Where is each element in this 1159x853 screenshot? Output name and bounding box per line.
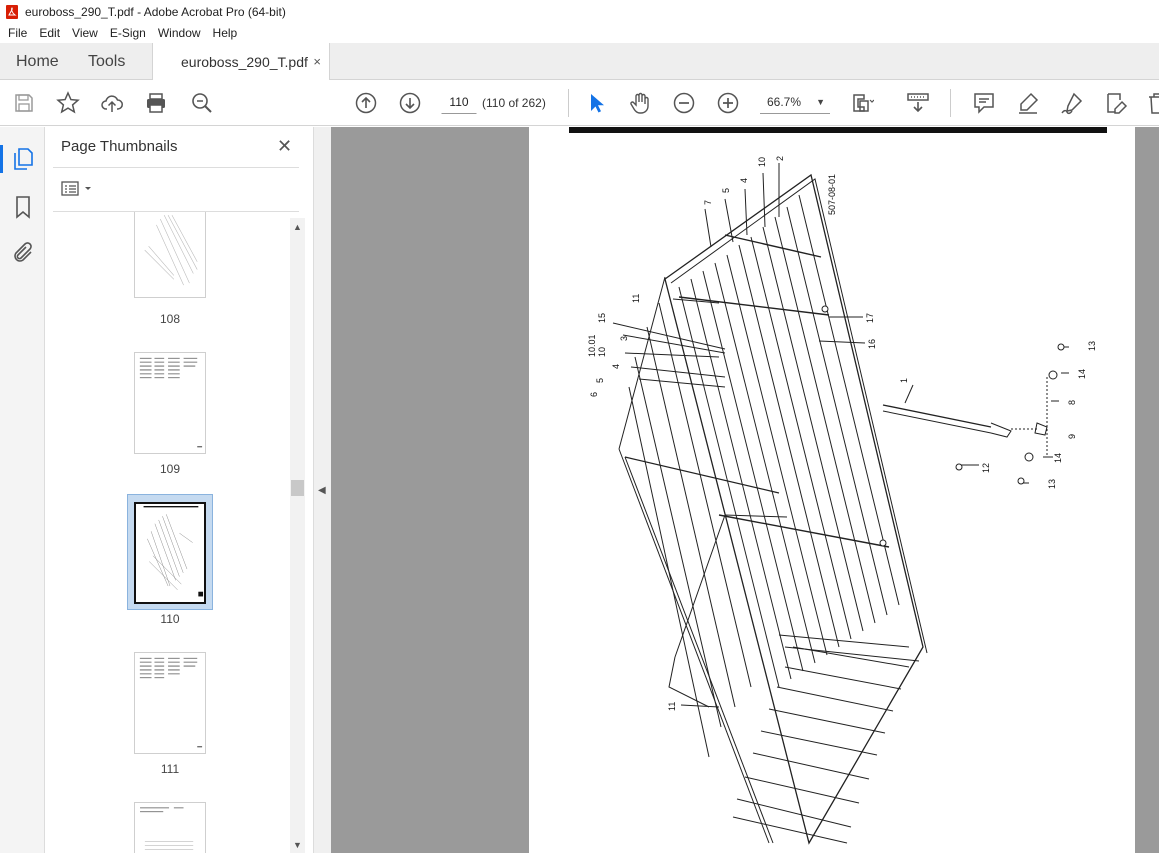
scroll-down-icon[interactable]: ▼ <box>292 840 303 850</box>
bookmark-icon[interactable] <box>11 195 35 219</box>
callout: 1 <box>899 378 909 383</box>
attachment-icon[interactable] <box>11 241 35 265</box>
scrollbar-thumb[interactable] <box>291 480 304 496</box>
menu-help[interactable]: Help <box>207 26 244 40</box>
tab-close-icon[interactable]: × <box>313 54 321 69</box>
zoom-dropdown[interactable]: 66.7% ▼ <box>760 90 830 114</box>
zoom-search-icon[interactable] <box>190 91 214 115</box>
zoom-value: 66.7% <box>767 95 802 109</box>
highlight-icon[interactable] <box>1016 91 1040 115</box>
callout: 12 <box>981 463 991 473</box>
thumbnail-list: 108 109 110 111 <box>45 212 291 853</box>
thumbnail-page-112[interactable] <box>134 802 206 853</box>
callout: 4 <box>739 178 749 183</box>
main-toolbar <box>0 80 1159 126</box>
callout: 16 <box>867 339 877 349</box>
callout: 10 <box>597 347 607 357</box>
zoom-out-icon[interactable] <box>672 91 696 115</box>
upload-icon[interactable] <box>100 91 124 115</box>
callout: 14 <box>1053 453 1063 463</box>
callout: 15 <box>597 313 607 323</box>
thumbnail-label: 110 <box>160 612 180 626</box>
pdf-page: 507-08-01 10 2 4 5 7 11 15 3 10.01 10 4 … <box>529 127 1135 853</box>
callout: 11 <box>667 702 677 711</box>
panel-splitter[interactable]: ◀ <box>313 127 331 853</box>
tab-bar: Home Tools euroboss_290_T.pdf × <box>0 43 1159 81</box>
select-arrow-icon[interactable] <box>584 91 608 115</box>
callout: 5 <box>721 188 731 193</box>
callout: 11 <box>631 294 641 303</box>
callout: 5 <box>595 378 605 383</box>
tab-document[interactable]: euroboss_290_T.pdf × <box>152 43 330 81</box>
callout: 10 <box>757 157 767 167</box>
tab-tools[interactable]: Tools <box>88 43 125 80</box>
edit-icon[interactable] <box>1104 91 1128 115</box>
scroll-mode-icon[interactable] <box>906 91 930 115</box>
page-fit-icon[interactable] <box>850 91 875 115</box>
callout: 17 <box>865 313 875 323</box>
tab-document-label: euroboss_290_T.pdf <box>181 54 308 70</box>
page-down-icon[interactable] <box>398 91 422 115</box>
thumbnail-page-110[interactable] <box>134 502 206 604</box>
callout: 4 <box>611 364 621 369</box>
close-icon[interactable]: ✕ <box>277 136 292 157</box>
trash-icon[interactable] <box>1146 91 1159 115</box>
left-rail <box>0 127 45 853</box>
page-up-icon[interactable] <box>354 91 378 115</box>
panel-title: Page Thumbnails <box>61 138 178 155</box>
callout: 14 <box>1077 369 1087 379</box>
thumbnail-options-button[interactable] <box>61 179 97 199</box>
thumbnail-page-109[interactable] <box>134 352 206 454</box>
thumbnail-label: 108 <box>159 312 181 326</box>
comment-icon[interactable] <box>972 91 996 115</box>
tab-home[interactable]: Home <box>16 43 59 80</box>
window-title: euroboss_290_T.pdf - Adobe Acrobat Pro (… <box>25 4 286 19</box>
callout: 7 <box>703 200 713 205</box>
hand-icon[interactable] <box>628 91 652 115</box>
thumbnail-page-108[interactable] <box>134 212 206 298</box>
zoom-in-icon[interactable] <box>716 91 740 115</box>
acrobat-logo-icon <box>6 4 18 19</box>
save-icon[interactable] <box>12 91 36 115</box>
rail-active-indicator <box>0 145 3 173</box>
page-count: (110 of 262) <box>482 96 546 110</box>
document-viewer[interactable]: 507-08-01 10 2 4 5 7 11 15 3 10.01 10 4 … <box>331 127 1159 853</box>
menu-esign[interactable]: E-Sign <box>104 26 152 40</box>
callout: 13 <box>1047 479 1057 489</box>
print-icon[interactable] <box>144 91 168 115</box>
scroll-up-icon[interactable]: ▲ <box>292 222 303 232</box>
menu-edit[interactable]: Edit <box>33 26 66 40</box>
menu-file[interactable]: File <box>0 26 33 40</box>
callout: 10.01 <box>587 334 597 357</box>
menu-view[interactable]: View <box>66 26 104 40</box>
sign-icon[interactable] <box>1060 91 1084 115</box>
drawing-doc-code: 507-08-01 <box>827 174 837 215</box>
page-number-input[interactable] <box>441 90 477 114</box>
chevron-down-icon: ▼ <box>816 97 825 107</box>
thumbnail-scrollbar[interactable]: ▲ ▼ <box>290 218 305 853</box>
callout: 8 <box>1067 400 1077 405</box>
parts-drawing: 507-08-01 10 2 4 5 7 11 15 3 10.01 10 4 … <box>587 156 1097 845</box>
callout: 9 <box>1067 434 1077 439</box>
thumbnail-label: 109 <box>159 462 181 476</box>
menu-window[interactable]: Window <box>152 26 207 40</box>
star-icon[interactable] <box>56 91 80 115</box>
page-thumbnails-icon[interactable] <box>11 147 35 171</box>
thumbnail-label: 111 <box>160 762 180 776</box>
menu-bar: File Edit View E-Sign Window Help <box>0 23 1159 43</box>
thumbnail-page-111[interactable] <box>134 652 206 754</box>
callout: 6 <box>589 392 599 397</box>
callout: 2 <box>775 156 785 161</box>
collapse-panel-icon[interactable]: ◀ <box>318 485 326 496</box>
callout: 3 <box>619 336 629 341</box>
callout: 13 <box>1087 341 1097 351</box>
title-bar: euroboss_290_T.pdf - Adobe Acrobat Pro (… <box>0 0 1159 23</box>
